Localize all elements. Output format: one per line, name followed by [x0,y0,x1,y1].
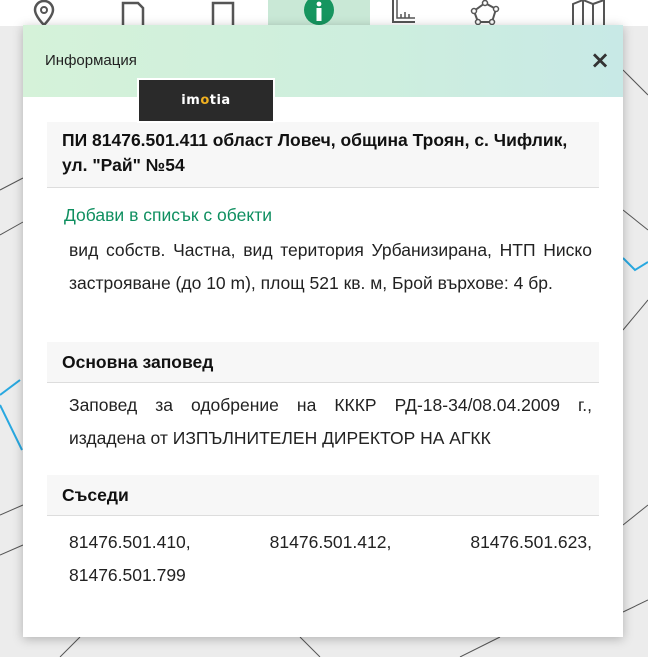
logo-text-end: tia [209,93,231,108]
document-tool-button[interactable] [88,0,178,26]
neighbor-item: 81476.501.412, [269,532,392,552]
map-toolbar [0,0,648,26]
info-icon [304,0,334,25]
dialog-title: Информация [45,52,137,69]
close-button[interactable]: × [589,48,611,72]
order-text: Заповед за одобрение на КККР РД-18-34/08… [69,395,592,448]
neighbors-heading: Съседи [47,475,599,516]
neighbors-list: 81476.501.410, 81476.501.412, 81476.501.… [47,516,599,592]
dialog-header: Информация × [23,25,623,97]
parcel-title: ПИ 81476.501.411 област Ловеч, община Тр… [47,122,599,188]
neighbor-item: 81476.501.799 [69,565,186,585]
imotia-logo: im o tia [137,78,275,123]
logo-text: im [181,93,201,108]
neighbor-item: 81476.501.410, [69,532,191,552]
polygon-tool-button[interactable] [438,0,532,26]
document-icon [121,1,145,26]
logo-text-accent: o [200,93,210,108]
page-tool-button[interactable] [178,0,268,26]
page-icon [211,1,235,26]
order-heading: Основна заповед [47,342,599,383]
parcel-description: вид собств. Частна, вид територия Урбани… [69,240,592,293]
map-tool-button[interactable] [532,0,648,26]
neighbor-item: 81476.501.623, [470,532,592,552]
ruler-tool-button[interactable] [370,0,438,26]
polygon-icon [470,0,500,26]
information-dialog: Информация × im o tia ПИ 81476.501.411 обл… [23,25,623,637]
map-icon [572,0,605,26]
ruler-icon [392,0,415,23]
location-tool-button[interactable] [0,0,88,26]
dialog-content: ПИ 81476.501.411 област Ловеч, община Тр… [47,122,599,592]
add-to-list-link[interactable]: Добави в списък с обекти [47,188,599,230]
location-pin-icon [33,0,55,26]
info-tool-button[interactable] [268,0,370,26]
